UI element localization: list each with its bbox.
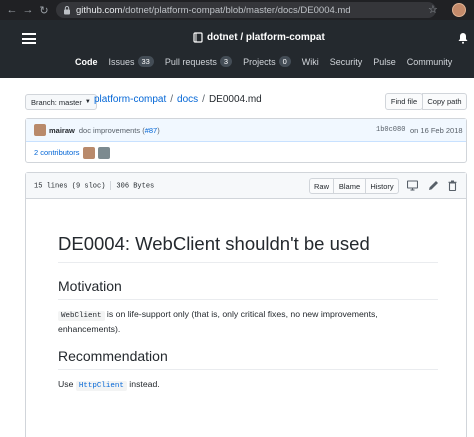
commit-message[interactable]: doc improvements (#87) — [79, 126, 160, 135]
blame-button[interactable]: Blame — [333, 178, 366, 194]
repo-title: dotnet / platform-compat — [193, 32, 325, 43]
recommendation-heading: Recommendation — [58, 348, 438, 370]
tab-issues[interactable]: Issues 33 — [109, 56, 154, 67]
tab-projects[interactable]: Projects 0 — [243, 56, 291, 67]
recommendation-paragraph: Use HttpClient instead. — [58, 379, 160, 391]
breadcrumb-separator: / — [170, 94, 174, 105]
issues-count-badge: 33 — [137, 56, 154, 67]
repo-owner-link[interactable]: dotnet — [207, 32, 238, 43]
inline-code-webclient: WebClient — [58, 311, 105, 321]
commit-author-link[interactable]: mairaw — [49, 126, 75, 135]
tab-wiki[interactable]: Wiki — [302, 57, 319, 67]
tab-security[interactable]: Security — [330, 57, 363, 67]
breadcrumb-folder-link[interactable]: docs — [177, 94, 198, 105]
history-button[interactable]: History — [365, 178, 399, 194]
file-header: 15 lines (9 sloc) 306 Bytes Raw Blame His… — [26, 173, 466, 199]
file-viewer: 15 lines (9 sloc) 306 Bytes Raw Blame His… — [25, 172, 467, 437]
commit-sha-link[interactable]: 1b0c080 — [376, 126, 405, 134]
repo-nav: Code Issues 33 Pull requests 3 Projects 0 W… — [75, 56, 463, 67]
url-path: /dotnet/platform-compat/blob/master/docs… — [122, 4, 351, 16]
avatar[interactable] — [34, 124, 46, 136]
file-lines: 15 lines (9 sloc) — [34, 182, 106, 191]
commit-date: on 16 Feb 2018 — [410, 125, 463, 135]
inline-code-httpclient: HttpClient — [75, 381, 127, 391]
markdown-body: DE0004: WebClient shouldn't be used Moti… — [58, 233, 438, 393]
star-icon[interactable]: ☆ — [428, 3, 438, 16]
repo-book-icon — [193, 32, 203, 43]
file-info: 15 lines (9 sloc) 306 Bytes — [34, 181, 154, 190]
contributors-link[interactable]: 2 contributors — [34, 148, 79, 157]
contributors-row: 2 contributors — [26, 142, 466, 163]
file-size: 306 Bytes — [116, 182, 155, 191]
commit-summary: mairaw doc improvements (#87) 1b0c080 on… — [26, 119, 466, 142]
tab-code[interactable]: Code — [75, 57, 98, 67]
breadcrumb-repo-link[interactable]: platform-compat — [94, 94, 166, 105]
avatar[interactable] — [452, 3, 466, 17]
commit-pr-link[interactable]: #87 — [145, 126, 158, 135]
motivation-heading: Motivation — [58, 278, 438, 300]
breadcrumb-file: DE0004.md — [208, 94, 262, 105]
raw-button[interactable]: Raw — [309, 178, 334, 194]
desktop-icon[interactable] — [407, 180, 418, 191]
caret-down-icon: ▼ — [84, 99, 91, 105]
tab-community[interactable]: Community — [407, 57, 453, 67]
branch-label: Branch: master — [31, 97, 82, 107]
branch-select-button[interactable]: Branch: master ▼ — [25, 94, 97, 110]
back-icon[interactable]: ← — [4, 0, 20, 20]
breadcrumb-separator: / — [202, 94, 205, 105]
projects-count-badge: 0 — [278, 56, 291, 67]
url-host: github.com — [76, 4, 123, 16]
page-title: DE0004: WebClient shouldn't be used — [58, 233, 438, 263]
avatar[interactable] — [98, 146, 111, 159]
lock-icon — [64, 6, 70, 15]
pull-requests-count-badge: 3 — [219, 56, 233, 67]
forward-icon[interactable]: → — [20, 0, 36, 20]
tab-pull-requests[interactable]: Pull requests 3 — [165, 56, 233, 67]
address-bar[interactable]: github.com/dotnet/platform-compat/blob/m… — [56, 2, 436, 18]
breadcrumb: platform-compat / docs / DE0004.md — [94, 94, 262, 105]
menu-icon[interactable] — [22, 33, 36, 44]
repo-separator: / — [237, 32, 246, 43]
motivation-paragraph: WebClient is on life-support only (that … — [58, 309, 378, 334]
reload-icon[interactable]: ↻ — [36, 0, 52, 20]
tab-pulse[interactable]: Pulse — [373, 57, 396, 67]
trash-icon[interactable] — [447, 180, 458, 191]
site-header: dotnet / platform-compat Code Issues 33 P… — [0, 20, 474, 78]
copy-path-button[interactable]: Copy path — [422, 93, 467, 110]
bell-icon[interactable] — [458, 32, 468, 44]
latest-commit-box: mairaw doc improvements (#87) 1b0c080 on… — [25, 118, 467, 163]
pencil-icon[interactable] — [428, 180, 439, 191]
find-file-button[interactable]: Find file — [385, 93, 423, 110]
repo-name-link[interactable]: platform-compat — [246, 32, 325, 43]
avatar[interactable] — [83, 146, 96, 159]
browser-toolbar: ← → ↻ github.com/dotnet/platform-compat/… — [0, 0, 474, 20]
